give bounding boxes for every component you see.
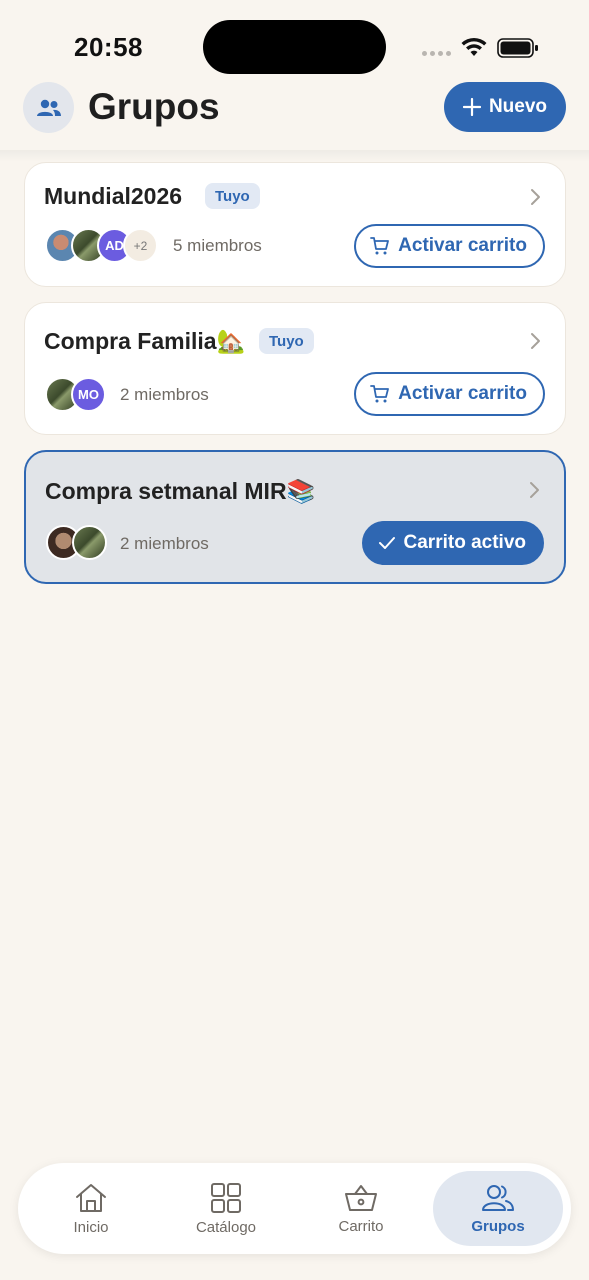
nav-label: Inicio xyxy=(73,1218,109,1236)
cart-icon xyxy=(370,385,390,403)
nav-item-grupos[interactable]: Grupos xyxy=(433,1171,563,1246)
member-avatars xyxy=(46,525,107,561)
activate-cart-button[interactable]: Activar carrito xyxy=(354,224,545,268)
bottom-nav: Inicio Catálogo Carrito Grupos xyxy=(18,1163,571,1254)
status-bar: 20:58 xyxy=(0,0,589,80)
cart-button-label: Activar carrito xyxy=(398,383,527,404)
group-title: Compra Familia🏡 xyxy=(44,328,246,354)
members-count: 5 miembros xyxy=(173,236,262,255)
nav-item-inicio[interactable]: Inicio xyxy=(26,1171,156,1246)
member-avatars: AD +2 xyxy=(45,228,158,264)
members-count: 2 miembros xyxy=(120,534,209,553)
basket-icon xyxy=(345,1184,377,1211)
member-avatars: MO xyxy=(45,377,106,413)
plus-icon xyxy=(462,98,481,116)
avatar xyxy=(72,525,107,560)
chevron-right-icon[interactable] xyxy=(529,332,541,350)
group-card-active[interactable]: Compra setmanal MIR📚 2 miembros Carrito … xyxy=(24,450,566,584)
users-icon xyxy=(482,1184,514,1211)
check-icon xyxy=(378,537,395,549)
wifi-icon xyxy=(461,37,487,56)
header-divider xyxy=(0,150,589,162)
nav-label: Catálogo xyxy=(195,1218,257,1236)
group-title: Compra setmanal MIR📚 xyxy=(45,478,316,504)
activate-cart-button[interactable]: Activar carrito xyxy=(354,372,545,416)
grid-icon xyxy=(211,1182,241,1213)
nav-item-catalogo[interactable]: Catálogo xyxy=(161,1171,291,1246)
cart-icon xyxy=(370,237,390,255)
nav-label: Carrito xyxy=(338,1217,384,1235)
users-icon xyxy=(36,99,61,116)
more-members-avatar: +2 xyxy=(123,228,158,263)
status-time: 20:58 xyxy=(74,32,143,62)
chevron-right-icon[interactable] xyxy=(529,188,541,206)
nav-label: Grupos xyxy=(471,1217,525,1235)
group-card[interactable]: Compra Familia🏡 Tuyo MO 2 miembros Activ… xyxy=(24,302,566,435)
home-icon xyxy=(76,1183,106,1212)
groups-avatar xyxy=(23,82,74,133)
chevron-right-icon[interactable] xyxy=(528,481,540,499)
group-title: Mundial2026 xyxy=(44,183,183,209)
nav-item-carrito[interactable]: Carrito xyxy=(296,1171,426,1246)
members-count: 2 miembros xyxy=(120,385,209,404)
page-header: Grupos Nuevo xyxy=(0,80,589,152)
group-card[interactable]: Mundial2026 Tuyo AD +2 5 miembros Activa… xyxy=(24,162,566,287)
page-title: Grupos xyxy=(88,86,220,127)
cellular-signal-icon xyxy=(422,51,451,56)
active-cart-button[interactable]: Carrito activo xyxy=(361,521,544,565)
battery-icon xyxy=(497,38,538,58)
cart-button-label: Carrito activo xyxy=(403,532,526,553)
owner-badge: Tuyo xyxy=(259,328,314,354)
new-button-label: Nuevo xyxy=(488,96,548,117)
dynamic-island xyxy=(203,20,386,74)
cart-button-label: Activar carrito xyxy=(398,235,527,256)
avatar: MO xyxy=(71,377,106,412)
new-group-button[interactable]: Nuevo xyxy=(444,82,566,132)
owner-badge: Tuyo xyxy=(205,183,260,209)
